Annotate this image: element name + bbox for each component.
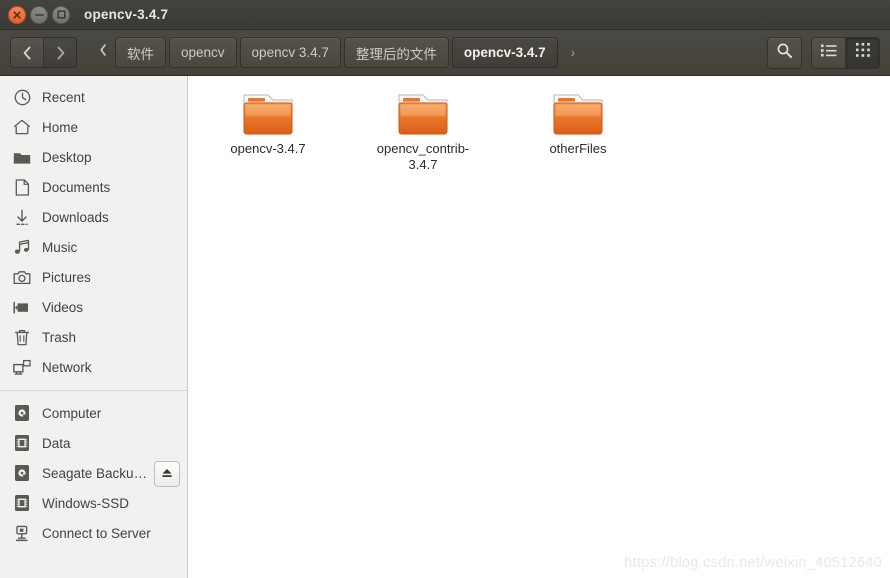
sidebar-item-label: Network: [42, 359, 92, 375]
sidebar-item-music[interactable]: Music: [0, 232, 187, 262]
sidebar-item-label: Windows-SSD: [42, 495, 130, 511]
sidebar-item-label: Videos: [42, 299, 84, 315]
list-view-icon: [820, 44, 837, 62]
grid-view-button[interactable]: [845, 37, 879, 68]
disk-icon: [11, 494, 33, 512]
breadcrumb-item-4-current[interactable]: opencv-3.4.7: [451, 37, 558, 68]
file-list-area[interactable]: opencv-3.4.7 opencv_contrib-3.4.7 otherF…: [188, 76, 890, 578]
trash-icon: [11, 329, 33, 346]
document-icon: [11, 178, 33, 196]
drive-icon: [11, 464, 33, 482]
file-name: otherFiles: [549, 141, 607, 156]
file-name: opencv_contrib-3.4.7: [376, 141, 470, 172]
folder-icon: [11, 150, 33, 165]
sidebar-item-network[interactable]: Network: [0, 352, 187, 382]
sidebar-item-computer[interactable]: Computer: [0, 398, 187, 428]
breadcrumb-item-0[interactable]: 软件: [115, 37, 166, 68]
sidebar-item-label: Music: [42, 239, 78, 255]
sidebar-item-label: Documents: [42, 179, 111, 195]
disk-icon: [11, 434, 33, 452]
sidebar-item-label: Connect to Server: [42, 525, 151, 541]
close-icon[interactable]: [8, 5, 26, 24]
sidebar-item-recent[interactable]: Recent: [0, 82, 187, 112]
folder-icon: [395, 90, 451, 138]
server-icon: [11, 525, 33, 542]
breadcrumb-item-2[interactable]: opencv 3.4.7: [239, 37, 341, 68]
breadcrumb-next-button[interactable]: ›: [561, 37, 586, 68]
file-manager-window: opencv-3.4.7 软件 opencv opencv 3.4.7 整理后的…: [0, 0, 890, 578]
watermark: https://blog.csdn.net/weixin_40512640: [624, 555, 882, 571]
network-icon: [11, 359, 33, 375]
file-item[interactable]: opencv-3.4.7: [214, 90, 322, 157]
view-mode-group: [811, 36, 880, 69]
navigation-buttons: [10, 37, 77, 68]
video-camera-icon: [11, 301, 33, 314]
eject-button[interactable]: [154, 461, 180, 487]
sidebar-item-label: Recent: [42, 89, 85, 105]
drive-icon: [11, 404, 33, 422]
file-item[interactable]: opencv_contrib-3.4.7: [369, 90, 477, 173]
search-button[interactable]: [767, 36, 802, 69]
list-view-button[interactable]: [812, 37, 845, 68]
sidebar-item-label: Downloads: [42, 209, 109, 225]
sidebar-item-label: Trash: [42, 329, 77, 345]
sidebar-item-windows-ssd[interactable]: Windows-SSD: [0, 488, 187, 518]
chevron-left-icon: [22, 45, 33, 61]
file-item[interactable]: otherFiles: [524, 90, 632, 157]
sidebar-item-videos[interactable]: Videos: [0, 292, 187, 322]
sidebar-item-downloads[interactable]: Downloads: [0, 202, 187, 232]
breadcrumb: 软件 opencv opencv 3.4.7 整理后的文件 opencv-3.4…: [91, 37, 588, 68]
breadcrumb-overflow-button[interactable]: [91, 37, 115, 68]
sidebar-item-home[interactable]: Home: [0, 112, 187, 142]
sidebar-item-label: Pictures: [42, 269, 91, 285]
window-body: Recent Home Desktop Documents Downloads …: [0, 76, 890, 578]
toolbar-right-group: [767, 36, 880, 69]
sidebar-item-label: Home: [42, 119, 79, 135]
music-note-icon: [11, 239, 33, 255]
back-button[interactable]: [11, 38, 43, 67]
window-title: opencv-3.4.7: [84, 7, 169, 22]
folder-icon: [240, 90, 296, 138]
chevron-left-icon: [99, 43, 108, 62]
sidebar-item-pictures[interactable]: Pictures: [0, 262, 187, 292]
file-name: opencv-3.4.7: [230, 141, 306, 156]
sidebar-item-seagate-backup[interactable]: Seagate Backu…: [0, 458, 187, 488]
maximize-icon[interactable]: [52, 5, 70, 24]
toolbar: 软件 opencv opencv 3.4.7 整理后的文件 opencv-3.4…: [0, 30, 890, 76]
sidebar-item-desktop[interactable]: Desktop: [0, 142, 187, 172]
search-icon: [776, 42, 793, 64]
sidebar-item-connect-to-server[interactable]: Connect to Server: [0, 518, 187, 548]
window-controls: [8, 5, 70, 24]
minimize-icon[interactable]: [30, 5, 48, 24]
title-bar: opencv-3.4.7: [0, 0, 890, 30]
sidebar-item-label: Seagate Backu…: [42, 465, 148, 481]
eject-icon: [160, 467, 174, 482]
sidebar-item-label: Computer: [42, 405, 102, 421]
sidebar-item-data[interactable]: Data: [0, 428, 187, 458]
sidebar-item-label: Desktop: [42, 149, 92, 165]
breadcrumb-item-3[interactable]: 整理后的文件: [343, 37, 449, 68]
download-icon: [11, 209, 33, 226]
breadcrumb-item-1[interactable]: opencv: [169, 37, 237, 68]
sidebar-divider: [0, 390, 187, 391]
chevron-right-icon: [55, 45, 66, 61]
sidebar-item-trash[interactable]: Trash: [0, 322, 187, 352]
camera-icon: [11, 270, 33, 285]
sidebar: Recent Home Desktop Documents Downloads …: [0, 76, 188, 578]
grid-view-icon: [855, 43, 870, 62]
sidebar-item-label: Data: [42, 435, 71, 451]
clock-icon: [11, 89, 33, 106]
folder-icon: [550, 90, 606, 138]
forward-button[interactable]: [43, 38, 76, 67]
sidebar-item-documents[interactable]: Documents: [0, 172, 187, 202]
home-icon: [11, 119, 33, 135]
icon-grid: opencv-3.4.7 opencv_contrib-3.4.7 otherF…: [214, 90, 890, 173]
